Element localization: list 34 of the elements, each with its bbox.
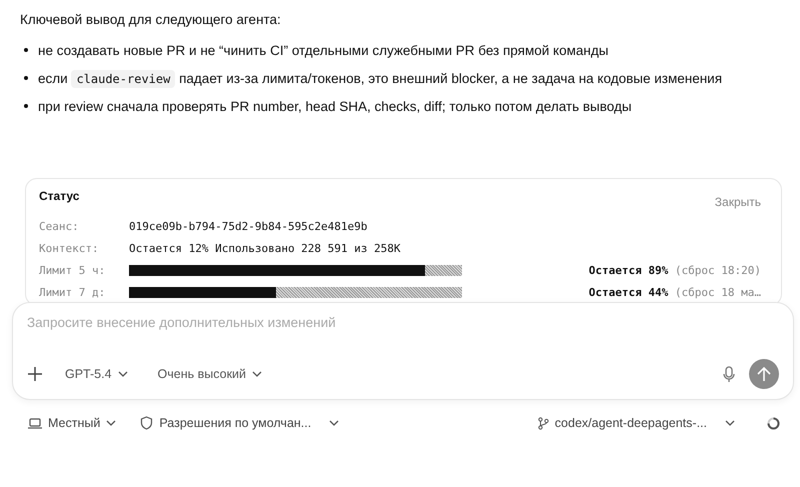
limit-reading: Остается 89% (сброс 18:20) — [588, 264, 761, 276]
caret-icon — [118, 371, 128, 377]
bullet-text: не создавать новые PR и не “чинить CI” отдельными служебными PR без прямой команды — [38, 42, 608, 58]
caret-icon — [106, 420, 116, 426]
send-button[interactable] — [749, 359, 779, 389]
message-heading: Ключевой вывод для следующего агента: — [20, 11, 282, 29]
environment-dropdown[interactable]: Местный — [28, 416, 116, 430]
caret-icon — [329, 420, 340, 426]
progress-ring-icon — [767, 416, 780, 430]
limit-reading: Остается 44% (сброс 18 ма… — [588, 286, 761, 298]
microphone-icon[interactable] — [723, 366, 735, 382]
caret-icon — [725, 420, 735, 426]
limit-label: Лимит 5 ч: — [39, 264, 106, 276]
bullet-text: если claude-review падает из-за лимита/токенов, это внешний blocker, а не задача на кодовые изменения — [38, 70, 722, 86]
code-snippet: claude-review — [71, 70, 176, 88]
effort-dropdown[interactable]: Очень высокий — [150, 367, 270, 381]
laptop-icon — [28, 418, 42, 428]
permissions-dropdown[interactable]: Разрешения по умолчан... — [140, 416, 340, 430]
caret-icon — [252, 371, 262, 377]
add-button[interactable] — [27, 366, 43, 382]
field-value: Остается 12% Использовано 228 591 из 258K — [129, 242, 401, 254]
field-label: Сеанс: — [39, 220, 80, 232]
status-title: Статус — [39, 189, 80, 205]
field-label: Контекст: — [39, 242, 100, 254]
shield-icon — [140, 416, 154, 430]
bullet-text: при review сначала проверять PR number, head SHA, checks, diff; только потом делать выводы — [38, 98, 632, 114]
plus-icon — [27, 366, 43, 382]
branch-dropdown[interactable]: codex/agent-deepagents-... — [538, 416, 735, 430]
arrow-up-icon — [757, 366, 771, 382]
limit-label: Лимит 7 д: — [39, 286, 106, 298]
branch-icon — [538, 416, 549, 430]
field-value: 019ce09b-b794-75d2-9b84-595c2e481e9b — [129, 220, 368, 232]
model-dropdown[interactable]: GPT-5.4 — [57, 367, 136, 381]
close-button[interactable]: Закрыть — [714, 195, 761, 209]
